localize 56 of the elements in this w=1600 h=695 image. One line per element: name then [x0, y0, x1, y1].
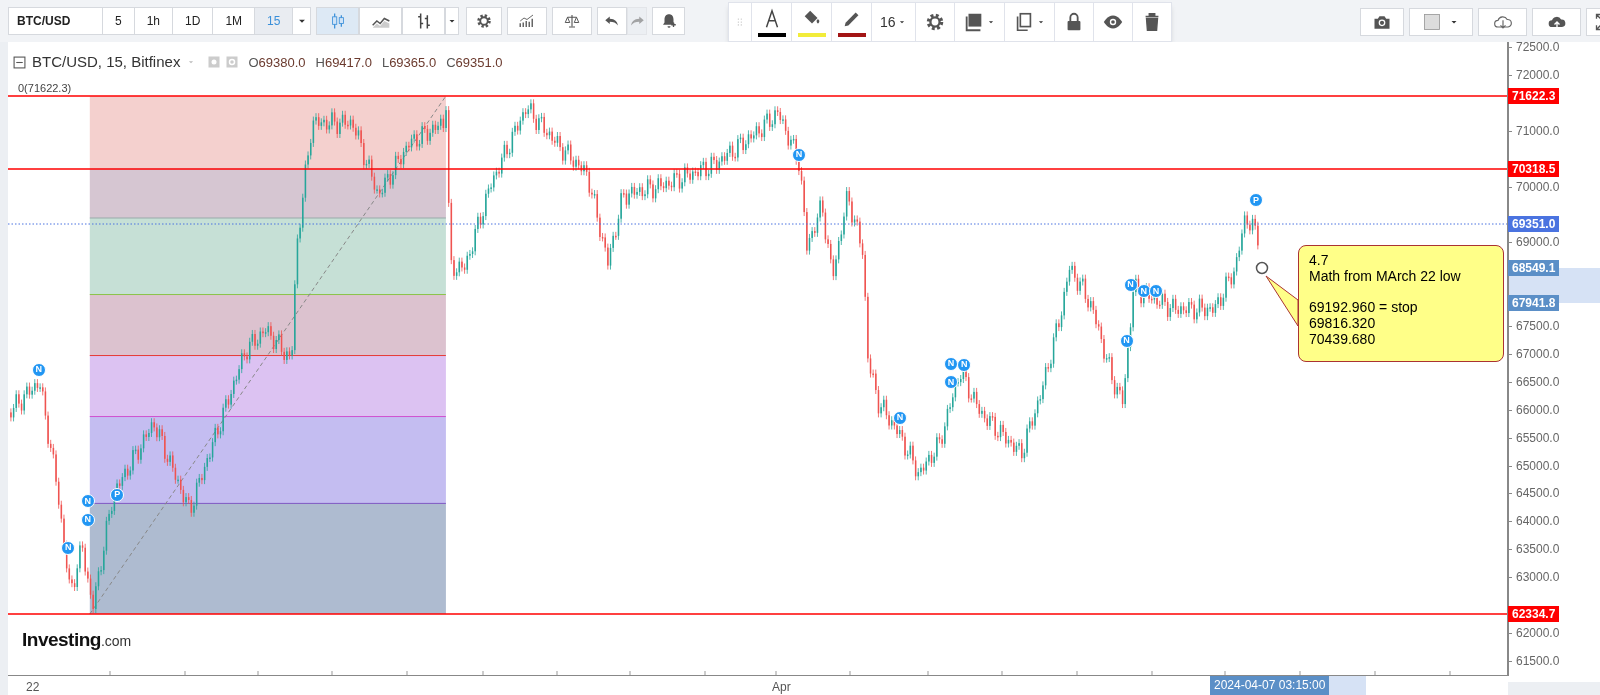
event-marker[interactable]: N — [1119, 334, 1134, 349]
price-axis-label: 67500.0 — [1516, 319, 1560, 333]
interval-button[interactable]: 15 — [255, 7, 294, 35]
price-axis-label: 63500.0 — [1516, 542, 1560, 557]
price-axis-label: 66500.0 — [1516, 374, 1560, 389]
price-axis-label: 72500.0 — [1516, 40, 1560, 54]
ohlc-value: H69417.0 — [315, 53, 372, 72]
crosshair-time-label: 2024-04-07 03:15:00 — [1210, 676, 1330, 695]
price-tag: 67941.8 — [1508, 295, 1560, 311]
price-axis-label: 63000.0 — [1516, 570, 1560, 585]
event-marker[interactable]: N — [61, 540, 76, 555]
price-tag: 62334.7 — [1508, 606, 1560, 622]
ohlc-value: L69365.0 — [381, 53, 437, 72]
price-axis-label: 67000.0 — [1516, 346, 1560, 361]
event-marker[interactable]: N — [893, 410, 907, 425]
interval-button[interactable]: 5 — [103, 7, 135, 35]
investing-logo: Investing.com — [22, 628, 132, 652]
price-axis-label: 61500.0 — [1516, 653, 1560, 668]
time-axis-label: 22 — [26, 679, 40, 695]
event-marker[interactable]: N — [1136, 284, 1151, 299]
event-marker[interactable]: N — [80, 494, 95, 509]
price-axis-label: 62000.0 — [1516, 625, 1560, 640]
fibonacci-level-label: 0(71622.3) — [18, 82, 72, 94]
chart-title: BTC/USD, 15, Bitfinex — [32, 52, 181, 72]
event-marker[interactable]: N — [1149, 284, 1164, 299]
price-axis-label: 64000.0 — [1516, 514, 1560, 529]
price-axis-label: 70000.0 — [1516, 179, 1560, 194]
font-size-dropdown[interactable]: 16 — [871, 3, 915, 41]
event-marker[interactable]: N — [791, 147, 806, 162]
interval-button[interactable]: 1h — [134, 7, 174, 35]
ohlc-value: C69351.0 — [446, 53, 503, 72]
price-axis-label: 66000.0 — [1516, 402, 1560, 417]
event-marker[interactable]: N — [944, 356, 958, 371]
price-tag: 70318.5 — [1508, 161, 1560, 177]
price-tag: 71622.3 — [1508, 88, 1560, 104]
price-axis-label: 65000.0 — [1516, 458, 1560, 473]
time-axis-label: Apr — [772, 679, 791, 695]
event-marker[interactable]: N — [944, 375, 958, 390]
interval-button[interactable]: 1D — [173, 7, 214, 35]
price-tag: 69351.0 — [1508, 216, 1560, 232]
event-marker[interactable]: N — [31, 363, 46, 377]
interval-button[interactable]: 1M — [213, 7, 256, 35]
price-axis-label: 64500.0 — [1516, 486, 1560, 501]
symbol-field[interactable]: BTC/USD — [8, 7, 103, 35]
price-axis-label: 72000.0 — [1516, 67, 1560, 82]
event-marker[interactable]: P — [1249, 193, 1264, 208]
event-marker[interactable]: N — [1123, 278, 1138, 293]
price-axis-label: 69000.0 — [1516, 235, 1560, 250]
price-tag: 68549.1 — [1508, 260, 1560, 276]
price-axis-label: 65500.0 — [1516, 430, 1560, 445]
note-text: 69192.960 = stop 69816.320 70439.680 — [1309, 299, 1419, 347]
price-axis-label: 71000.0 — [1516, 123, 1560, 138]
note-text: 4.7 Math from MArch 22 low — [1309, 252, 1462, 284]
event-marker[interactable]: N — [957, 357, 972, 372]
ohlc-value: O69380.0 — [248, 53, 306, 72]
event-marker[interactable]: N — [80, 512, 95, 527]
